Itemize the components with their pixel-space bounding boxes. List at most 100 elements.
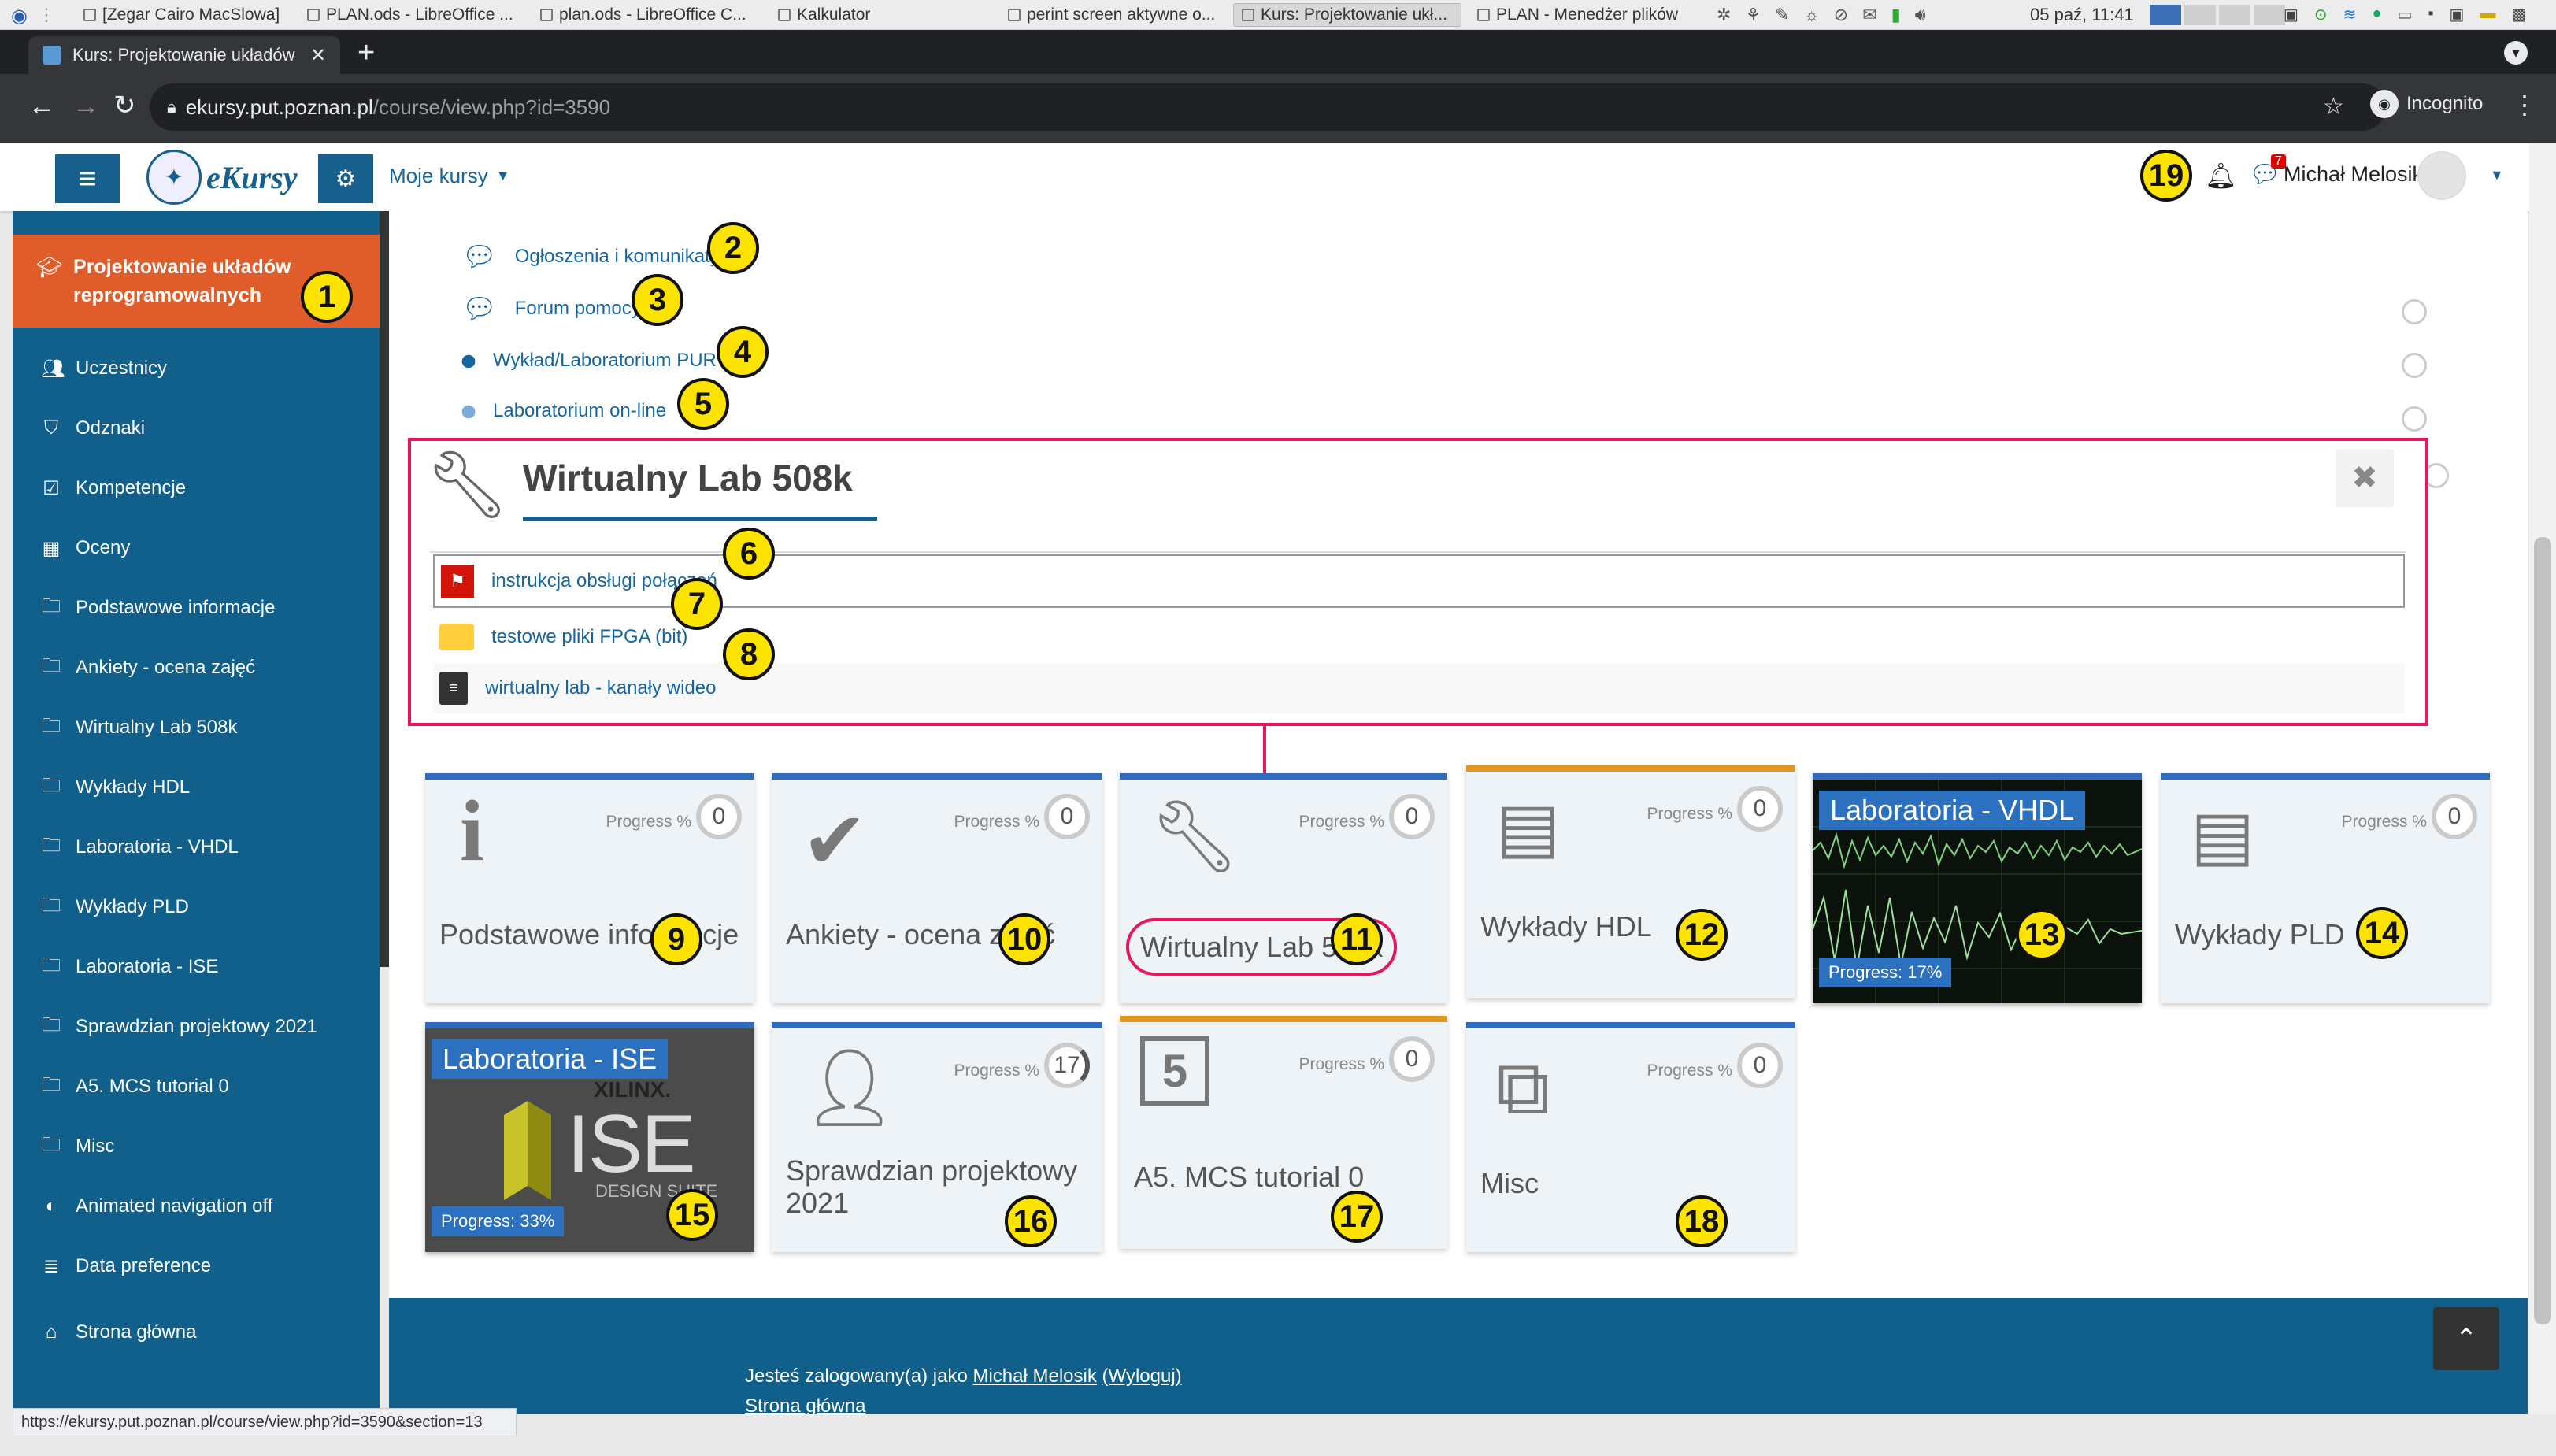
course-tile[interactable]: i Progress % 0 Podstawowe informacje — [425, 773, 754, 1003]
bell-off-icon[interactable]: ⊘ — [1834, 5, 1848, 25]
tile-number: 5 — [1161, 1045, 1188, 1097]
nav-item[interactable]: 🗀 Sprawdzian projektowy 2021 — [13, 1010, 380, 1044]
close-tab-icon[interactable]: ✕ — [310, 44, 326, 67]
nav-item[interactable]: ≣ Data preference — [13, 1249, 380, 1284]
nav-item[interactable]: ☑ Kompetencje — [13, 471, 380, 506]
annotation-badge: 3 — [632, 274, 683, 326]
os-task[interactable]: plan.ods - LibreOffice C... — [532, 3, 772, 27]
nav-item[interactable]: 🗀 Laboratoria - VHDL — [13, 830, 380, 865]
course-tile[interactable]: 5 Progress % 0 A5. MCS tutorial 0 — [1120, 1016, 1447, 1249]
annotation-badge: 15 — [666, 1189, 718, 1241]
footer-home-link[interactable]: Strona główna — [745, 1395, 865, 1417]
nav-item[interactable]: ◐ Animated navigation off — [13, 1189, 380, 1224]
close-modal-button[interactable]: ✖ — [2336, 449, 2394, 507]
tray-icon[interactable]: ☼ — [1804, 5, 1820, 25]
lock-icon[interactable]: 🔒︎ — [167, 97, 176, 117]
tray-icon[interactable]: ▬ — [2480, 5, 2495, 24]
tile-title: A5. MCS tutorial 0 — [1134, 1161, 1365, 1193]
os-task-label: PLAN - Menedżer plików — [1496, 6, 1679, 24]
database-icon: ≣ — [43, 1255, 60, 1277]
tray-icon[interactable]: ✎ — [1775, 5, 1789, 25]
tab-search-icon[interactable]: ▾ — [2504, 41, 2528, 65]
check-square-icon: ☑ — [43, 477, 60, 499]
reload-icon[interactable]: ↻ — [113, 90, 136, 121]
logout-link[interactable]: (Wyloguj) — [1102, 1365, 1182, 1387]
os-task[interactable]: Kalkulator — [770, 3, 888, 27]
my-courses-menu[interactable]: Moje kursy ▼ — [389, 164, 510, 188]
back-to-top-button[interactable]: ⌃ — [2433, 1307, 2499, 1370]
os-task[interactable]: perint screen aktywne o... — [1000, 3, 1228, 27]
completion-checkbox[interactable] — [2402, 353, 2427, 378]
nav-item[interactable]: ▦ Oceny — [13, 531, 380, 565]
completion-checkbox[interactable] — [2402, 406, 2427, 432]
tray-icon[interactable]: ▪ — [2428, 5, 2433, 24]
tray-icon[interactable]: ⚘ — [1745, 5, 1761, 25]
nav-item[interactable]: 👥︎ Uczestnicy — [13, 351, 380, 386]
progress-circle: 0 — [1389, 794, 1435, 839]
tray-icon[interactable]: ⊙ — [2314, 5, 2328, 24]
progress-circle: 0 — [1737, 1043, 1783, 1088]
bookmark-star-icon[interactable]: ☆ — [2323, 93, 2344, 120]
completion-checkbox[interactable] — [2402, 299, 2427, 324]
browser-tab[interactable]: Kurs: Projektowanie układów re ✕ — [28, 36, 340, 74]
incognito-indicator[interactable]: ◉ Incognito — [2370, 90, 2483, 118]
tray-icon[interactable]: ▭ — [2398, 5, 2413, 24]
os-task[interactable]: PLAN.ods - LibreOffice ... — [299, 3, 528, 27]
mail-icon[interactable]: ✉ — [1862, 5, 1876, 25]
footer-user-link[interactable]: Michał Melosik — [972, 1365, 1096, 1387]
nav-item[interactable]: 🗀 Laboratoria - ISE — [13, 950, 380, 984]
course-nav-drawer: 🎓︎ Projektowanie układów reprogramowalny… — [13, 211, 380, 1414]
nav-item[interactable]: ⌂ Strona główna — [13, 1315, 380, 1350]
site-logo[interactable]: ✦ eKursy — [146, 150, 312, 205]
browser-menu-icon[interactable]: ⋮ — [2512, 90, 2537, 120]
activity-link[interactable]: ⏺ Wykład/Laboratorium PUR — [461, 343, 717, 378]
workspace-switcher[interactable] — [2150, 5, 2285, 25]
activity-link[interactable]: ⏺ Laboratorium on-line — [461, 394, 666, 428]
incognito-label: Incognito — [2406, 93, 2484, 114]
bell-icon[interactable]: 🔔︎ — [2205, 161, 2237, 191]
course-tile-image[interactable]: Laboratoria - VHDL Progress: 17% — [1813, 773, 2142, 1003]
cog-menu-button[interactable]: ⚙ — [318, 154, 373, 203]
nav-item[interactable]: 🗀 Ankiety - ocena zajęć — [13, 650, 380, 685]
os-task[interactable]: Kurs: Projektowanie ukł... — [1233, 3, 1461, 27]
modal-item-label: wirtualny lab - kanały wideo — [485, 677, 717, 698]
course-tile[interactable]: ▤ Progress % 0 Wykłady PLD — [2161, 773, 2490, 1003]
nav-item[interactable]: 🗀 Podstawowe informacje — [13, 591, 380, 625]
user-name[interactable]: Michał Melosik — [2284, 162, 2423, 187]
address-bar[interactable]: 🔒︎ ekursy.put.poznan.pl/course/view.php?… — [150, 83, 2386, 131]
course-tile[interactable]: ⧉ Progress % 0 Misc — [1466, 1022, 1795, 1252]
folder-icon: 🗀 — [42, 834, 61, 856]
forward-icon[interactable]: → — [72, 91, 99, 122]
os-task[interactable]: [Zegar Cairo MacSlowa] — [76, 3, 288, 27]
nav-item[interactable]: 🗀 Wirtualny Lab 508k — [13, 710, 380, 745]
nav-item[interactable]: ⛉ Odznaki — [13, 411, 380, 446]
nav-item[interactable]: 🗀 A5. MCS tutorial 0 — [13, 1069, 380, 1104]
nav-drawer-toggle[interactable]: ≡ — [55, 154, 120, 203]
wifi-icon[interactable]: ≋ — [2343, 5, 2357, 24]
tray-icon[interactable]: ● — [2372, 5, 2381, 24]
course-tile[interactable]: ✔ Progress % 0 Ankiety - ocena zajęć — [772, 773, 1102, 1003]
back-icon[interactable]: ← — [28, 91, 55, 122]
volume-icon[interactable]: 🔊︎ — [1915, 5, 1926, 25]
tray-icon[interactable]: ✲ — [1717, 5, 1731, 25]
nav-item[interactable]: 🗀 Wykłady PLD — [13, 890, 380, 924]
user-menu-caret-icon[interactable]: ▼ — [2490, 167, 2504, 183]
activity-link[interactable]: 💬︎ Ogłoszenia i komunikaty — [461, 239, 720, 274]
course-tile[interactable]: 🔧︎ Progress % 0 Wirtualny Lab 508k — [1120, 773, 1447, 1003]
sidebar-scrollbar[interactable] — [380, 211, 389, 967]
os-task[interactable]: PLAN - Menedżer plików — [1469, 3, 1690, 27]
tray-icon[interactable]: ▩ — [2511, 5, 2526, 24]
nav-item[interactable]: 🗀 Wykłady HDL — [13, 770, 380, 805]
new-tab-icon[interactable]: + — [357, 36, 375, 70]
course-tile[interactable]: ▤ Progress % 0 Wykłady HDL — [1466, 765, 1795, 998]
tray-icon[interactable]: ▣ — [2284, 5, 2299, 24]
activity-link[interactable]: 💬︎ Forum pomocy — [461, 291, 641, 326]
tray-icon[interactable]: ▣ — [2450, 5, 2465, 24]
annotation-badge: 7 — [671, 578, 723, 630]
nav-item[interactable]: 🗀 Misc — [13, 1129, 380, 1164]
avatar[interactable] — [2417, 151, 2466, 200]
right-scrollbar[interactable] — [2529, 143, 2556, 1414]
battery-icon[interactable]: ▮ — [1891, 5, 1901, 25]
os-menu-icon[interactable]: ◉ — [11, 5, 28, 28]
clock[interactable]: 05 paź, 11:41 — [2030, 5, 2134, 25]
